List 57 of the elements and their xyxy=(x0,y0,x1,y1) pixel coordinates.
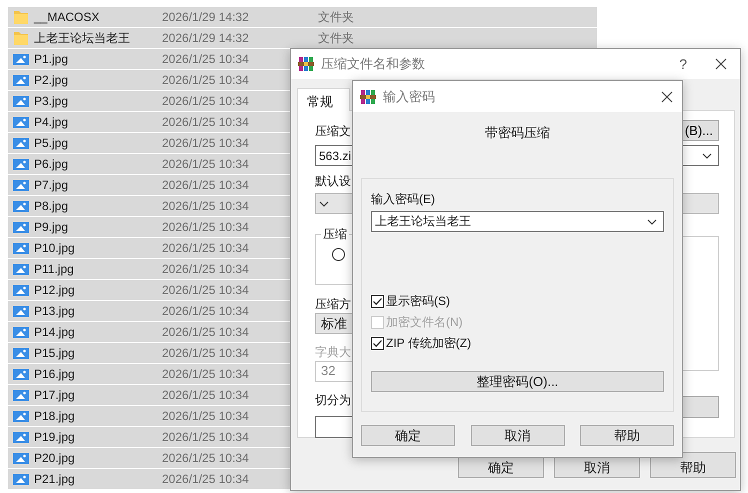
file-date: 2026/1/25 10:34 xyxy=(162,178,249,192)
file-date: 2026/1/25 10:34 xyxy=(162,157,249,171)
file-date: 2026/1/25 10:34 xyxy=(162,262,249,276)
file-name: P6.jpg xyxy=(34,157,70,171)
file-type: 文件夹 xyxy=(318,30,354,46)
file-name: P5.jpg xyxy=(34,136,70,150)
field-label: 输入密码(E) xyxy=(371,191,435,208)
file-date: 2026/1/25 10:34 xyxy=(162,283,249,297)
file-date: 2026/1/25 10:34 xyxy=(162,73,249,87)
file-date: 2026/1/25 10:34 xyxy=(162,304,249,318)
file-name: P13.jpg xyxy=(34,304,76,318)
file-name: P1.jpg xyxy=(34,52,70,66)
file-name: P11.jpg xyxy=(34,262,75,276)
file-name: P15.jpg xyxy=(34,346,76,360)
file-date: 2026/1/25 10:34 xyxy=(162,241,249,255)
file-date: 2026/1/25 10:34 xyxy=(162,220,249,234)
field-label: 压缩文 xyxy=(315,122,351,138)
field-label: 压缩方 xyxy=(315,296,351,312)
field-label: 切分为 xyxy=(315,392,351,408)
field-label: 字典大 xyxy=(315,344,351,360)
file-name: P20.jpg xyxy=(34,451,76,465)
field-label: 默认设 xyxy=(315,173,351,189)
file-name: P4.jpg xyxy=(34,115,70,129)
file-date: 2026/1/25 10:34 xyxy=(162,388,249,402)
file-date: 2026/1/25 10:34 xyxy=(162,199,249,213)
file-date: 2026/1/29 14:32 xyxy=(162,10,249,24)
file-name: P8.jpg xyxy=(34,199,70,213)
dialog-heading: 带密码压缩 xyxy=(484,124,551,142)
file-date: 2026/1/25 10:34 xyxy=(162,367,249,381)
file-date: 2026/1/25 10:34 xyxy=(162,52,249,66)
file-name: 上老王论坛当老王 xyxy=(34,30,131,46)
file-date: 2026/1/25 10:34 xyxy=(162,430,249,444)
file-name: P18.jpg xyxy=(34,409,76,423)
file-date: 2026/1/25 10:34 xyxy=(162,409,249,423)
file-name: P7.jpg xyxy=(34,178,70,192)
file-date: 2026/1/25 10:34 xyxy=(162,472,249,486)
window-title: 压缩文件名和参数 xyxy=(321,55,425,73)
file-date: 2026/1/25 10:34 xyxy=(162,325,249,339)
file-name: P19.jpg xyxy=(34,430,76,444)
file-name: P3.jpg xyxy=(34,94,70,108)
file-name: P10.jpg xyxy=(34,241,76,255)
file-name: P12.jpg xyxy=(34,283,76,297)
file-name: P21.jpg xyxy=(34,472,76,486)
file-date: 2026/1/25 10:34 xyxy=(162,94,249,108)
file-name: P16.jpg xyxy=(34,367,76,381)
window-title: 输入密码 xyxy=(383,88,435,106)
file-name: __MACOSX xyxy=(34,10,100,24)
file-name: P9.jpg xyxy=(34,220,70,234)
file-name: P17.jpg xyxy=(34,388,76,402)
file-date: 2026/1/25 10:34 xyxy=(162,346,249,360)
file-date: 2026/1/25 10:34 xyxy=(162,136,249,150)
file-name: P14.jpg xyxy=(34,325,76,339)
file-date: 2026/1/29 14:32 xyxy=(162,31,249,45)
file-date: 2026/1/25 10:34 xyxy=(162,451,249,465)
file-date: 2026/1/25 10:34 xyxy=(162,115,249,129)
file-name: P2.jpg xyxy=(34,73,70,87)
file-type: 文件夹 xyxy=(318,8,354,26)
